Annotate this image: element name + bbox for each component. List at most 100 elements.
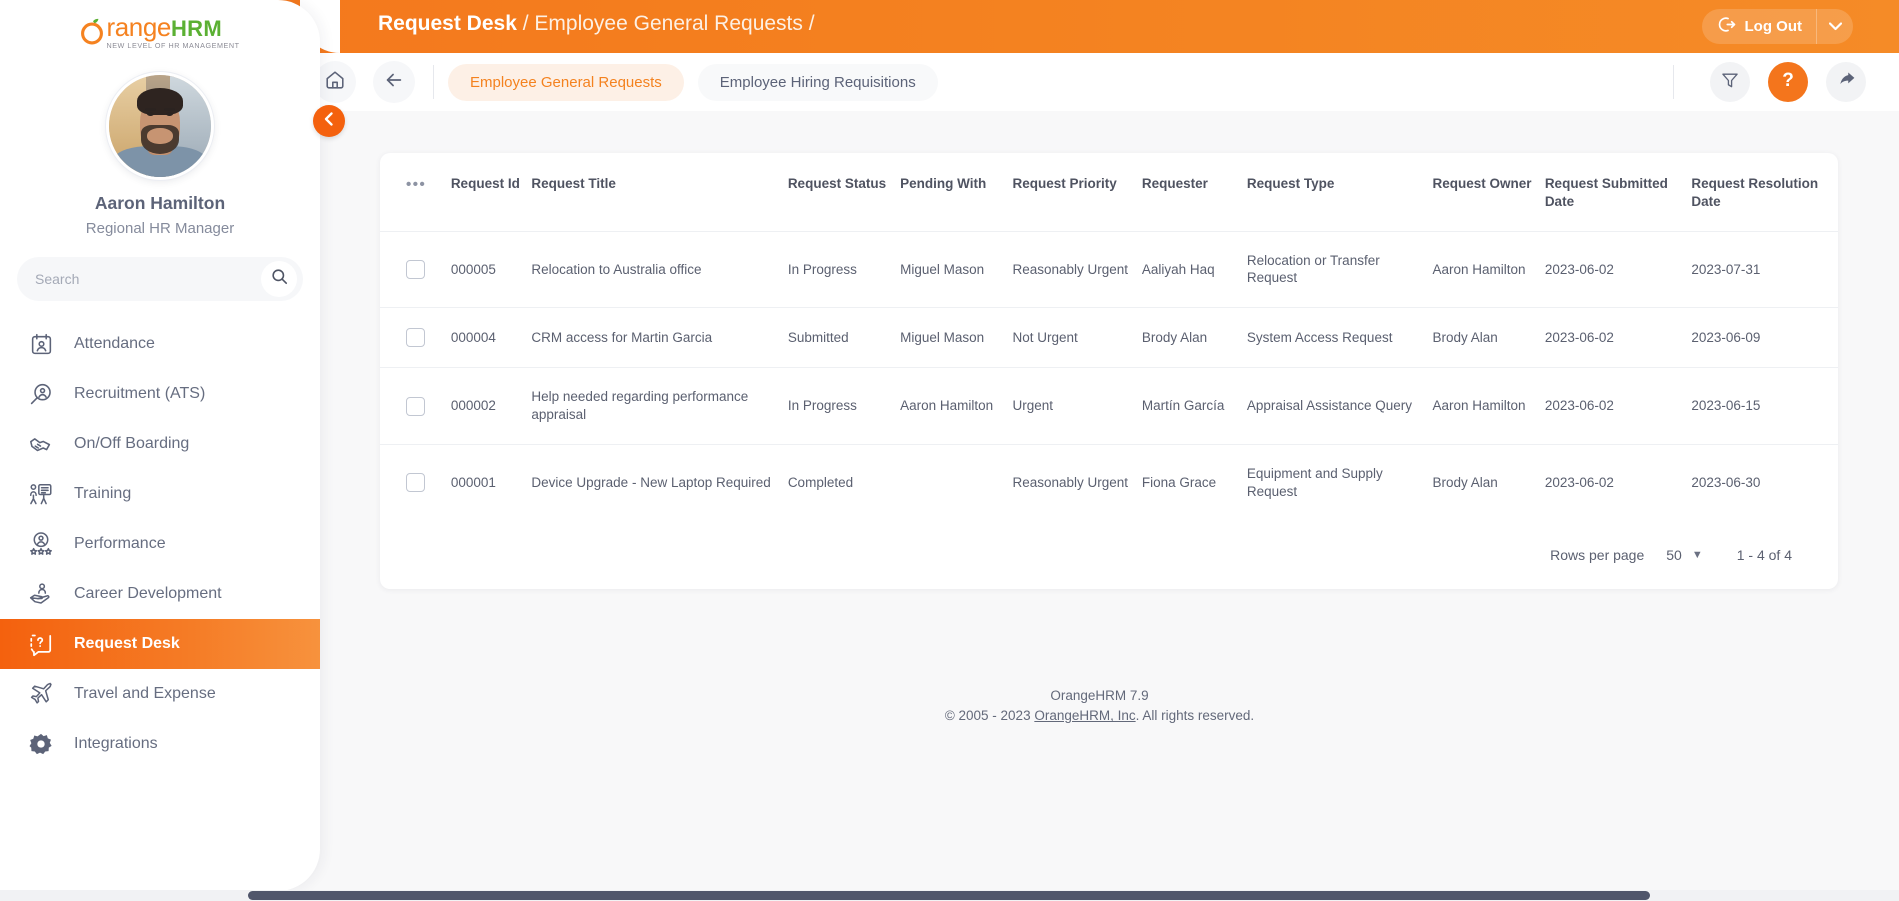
table-row[interactable]: 000002 Help needed regarding performance… — [380, 367, 1838, 445]
row-select-cell[interactable] — [380, 307, 451, 368]
table-body: 000005 Relocation to Australia office In… — [380, 230, 1838, 521]
column-header-request-resolution-date[interactable]: Request Resolution Date — [1691, 153, 1838, 231]
logout-main[interactable]: Log Out — [1702, 9, 1817, 44]
share-arrow-icon — [1836, 69, 1857, 95]
share-button[interactable] — [1826, 62, 1866, 102]
cell-request-priority: Reasonably Urgent — [1012, 230, 1142, 308]
cell-request-title[interactable]: Relocation to Australia office — [531, 230, 788, 308]
sidebar-item-recruitment[interactable]: Recruitment (ATS) — [0, 369, 320, 419]
sidebar-item-integrations[interactable]: Integrations — [0, 719, 320, 769]
cell-pending-with: Miguel Mason — [900, 307, 1013, 368]
column-header-request-owner[interactable]: Request Owner — [1432, 153, 1544, 231]
tab-label: Employee Hiring Requisitions — [719, 73, 916, 91]
cell-requester: Fiona Grace — [1141, 443, 1247, 521]
cell-request-id: 000004 — [450, 307, 532, 368]
cell-request-title[interactable]: CRM access for Martin Garcia — [531, 307, 788, 368]
table-options-header[interactable]: ••• — [380, 153, 451, 231]
logout-button[interactable]: Log Out — [1701, 9, 1853, 44]
column-header-request-submitted-date[interactable]: Request Submitted Date — [1545, 153, 1692, 231]
logout-dropdown-toggle[interactable] — [1817, 9, 1853, 44]
table-header-row: ••• Request Id Request Title Request Sta… — [380, 153, 1838, 231]
row-select-cell[interactable] — [380, 230, 451, 308]
sidebar-item-label: Recruitment (ATS) — [74, 385, 206, 402]
cell-requester: Martín García — [1141, 367, 1247, 445]
column-header-pending-with[interactable]: Pending With — [900, 153, 1012, 231]
cell-request-submitted-date: 2023-06-02 — [1544, 367, 1692, 445]
avatar[interactable] — [106, 72, 214, 180]
column-header-request-type[interactable]: Request Type — [1247, 153, 1433, 231]
chevron-down-icon[interactable]: ▼ — [1692, 549, 1703, 561]
sidebar-nav: Attendance Recruitment (ATS) On/Off Boar… — [0, 319, 320, 769]
cell-pending-with: Miguel Mason — [900, 230, 1013, 308]
app-root: Request Desk / Employee General Requests… — [0, 0, 1899, 901]
action-toolbar: Employee General Requests Employee Hirin… — [300, 53, 1899, 111]
cell-request-id: 000002 — [450, 367, 532, 445]
sidebar-item-performance[interactable]: Performance — [0, 519, 320, 569]
row-checkbox[interactable] — [406, 259, 425, 279]
brand-tagline: NEW LEVEL OF HR MANAGEMENT — [106, 41, 240, 51]
sidebar-item-label: On/Off Boarding — [74, 435, 190, 452]
column-header-request-id[interactable]: Request Id — [451, 153, 532, 231]
cell-request-type: Relocation or Transfer Request — [1246, 230, 1433, 308]
back-button[interactable] — [373, 61, 415, 103]
sidebar-item-travel-and-expense[interactable]: Travel and Expense — [0, 669, 320, 719]
table-row[interactable]: 000004 CRM access for Martin Garcia Subm… — [380, 307, 1838, 368]
row-select-cell[interactable] — [380, 443, 451, 521]
sidebar-item-onoff-boarding[interactable]: On/Off Boarding — [0, 419, 320, 469]
row-checkbox[interactable] — [406, 473, 425, 493]
sidebar-item-career-development[interactable]: Career Development — [0, 569, 320, 619]
sidebar-item-attendance[interactable]: Attendance — [0, 319, 320, 369]
cell-request-status: Submitted — [787, 307, 901, 368]
question-mark-icon: ? — [1776, 68, 1800, 97]
filter-button[interactable] — [1710, 62, 1750, 102]
toolbar-right-actions: ? — [1673, 62, 1899, 102]
brand-logo[interactable]: rangeHRM NEW LEVEL OF HR MANAGEMENT — [0, 0, 320, 58]
column-header-request-title[interactable]: Request Title — [531, 153, 787, 231]
table-row[interactable]: 000001 Device Upgrade - New Laptop Requi… — [380, 443, 1838, 521]
tab-employee-general-requests[interactable]: Employee General Requests — [448, 63, 684, 101]
column-header-request-status[interactable]: Request Status — [788, 153, 900, 231]
search-button[interactable] — [261, 261, 297, 297]
help-button[interactable]: ? — [1768, 62, 1808, 102]
more-options-icon[interactable]: ••• — [406, 176, 426, 193]
cell-request-title[interactable]: Device Upgrade - New Laptop Required — [531, 443, 788, 521]
footer-copyright: © 2005 - 2023 OrangeHRM, Inc. All rights… — [300, 706, 1899, 726]
cell-request-id: 000005 — [450, 230, 532, 308]
breadcrumb-current[interactable]: Employee General Requests — [534, 12, 802, 35]
row-checkbox[interactable] — [406, 328, 425, 348]
column-header-requester[interactable]: Requester — [1142, 153, 1247, 231]
gear-integrations-icon — [24, 727, 58, 761]
avatar-wrapper — [0, 72, 320, 180]
tab-employee-hiring-requisitions[interactable]: Employee Hiring Requisitions — [697, 63, 938, 101]
cell-request-resolution-date: 2023-06-09 — [1691, 307, 1838, 368]
sidebar-item-label: Performance — [74, 535, 166, 552]
column-header-request-priority[interactable]: Request Priority — [1012, 153, 1141, 231]
sidebar-item-request-desk[interactable]: Request Desk — [0, 619, 320, 669]
search-box[interactable] — [17, 257, 303, 301]
cell-pending-with: Aaron Hamilton — [900, 367, 1013, 445]
home-button[interactable] — [314, 61, 356, 103]
chevron-down-icon — [1828, 18, 1842, 36]
table-row[interactable]: 000005 Relocation to Australia office In… — [380, 230, 1838, 308]
horizontal-scrollbar[interactable] — [0, 890, 1899, 901]
svg-text:?: ? — [1782, 70, 1794, 91]
rows-per-page-value[interactable]: 50 — [1666, 547, 1682, 563]
scrollbar-thumb[interactable] — [248, 891, 1650, 900]
breadcrumb-root[interactable]: Request Desk — [378, 12, 517, 35]
cell-request-type: Appraisal Assistance Query — [1246, 367, 1433, 445]
sidebar-item-label: Integrations — [74, 735, 158, 752]
sidebar-collapse-toggle[interactable] — [313, 105, 345, 137]
search-input[interactable] — [35, 271, 261, 287]
sidebar-search — [0, 237, 320, 301]
row-checkbox[interactable] — [406, 396, 425, 416]
cell-request-title[interactable]: Help needed regarding performance apprai… — [531, 367, 788, 445]
footer-copyright-suffix: . All rights reserved. — [1135, 708, 1255, 724]
airplane-icon — [24, 677, 58, 711]
page-footer: OrangeHRM 7.9 © 2005 - 2023 OrangeHRM, I… — [300, 686, 1899, 727]
cell-request-resolution-date: 2023-06-15 — [1691, 367, 1838, 445]
row-select-cell[interactable] — [380, 367, 451, 445]
brand-name-green: HRM — [170, 16, 222, 42]
footer-company-link[interactable]: OrangeHRM, Inc — [1034, 708, 1135, 723]
sidebar-item-training[interactable]: Training — [0, 469, 320, 519]
main-content: ••• Request Id Request Title Request Sta… — [300, 111, 1899, 890]
